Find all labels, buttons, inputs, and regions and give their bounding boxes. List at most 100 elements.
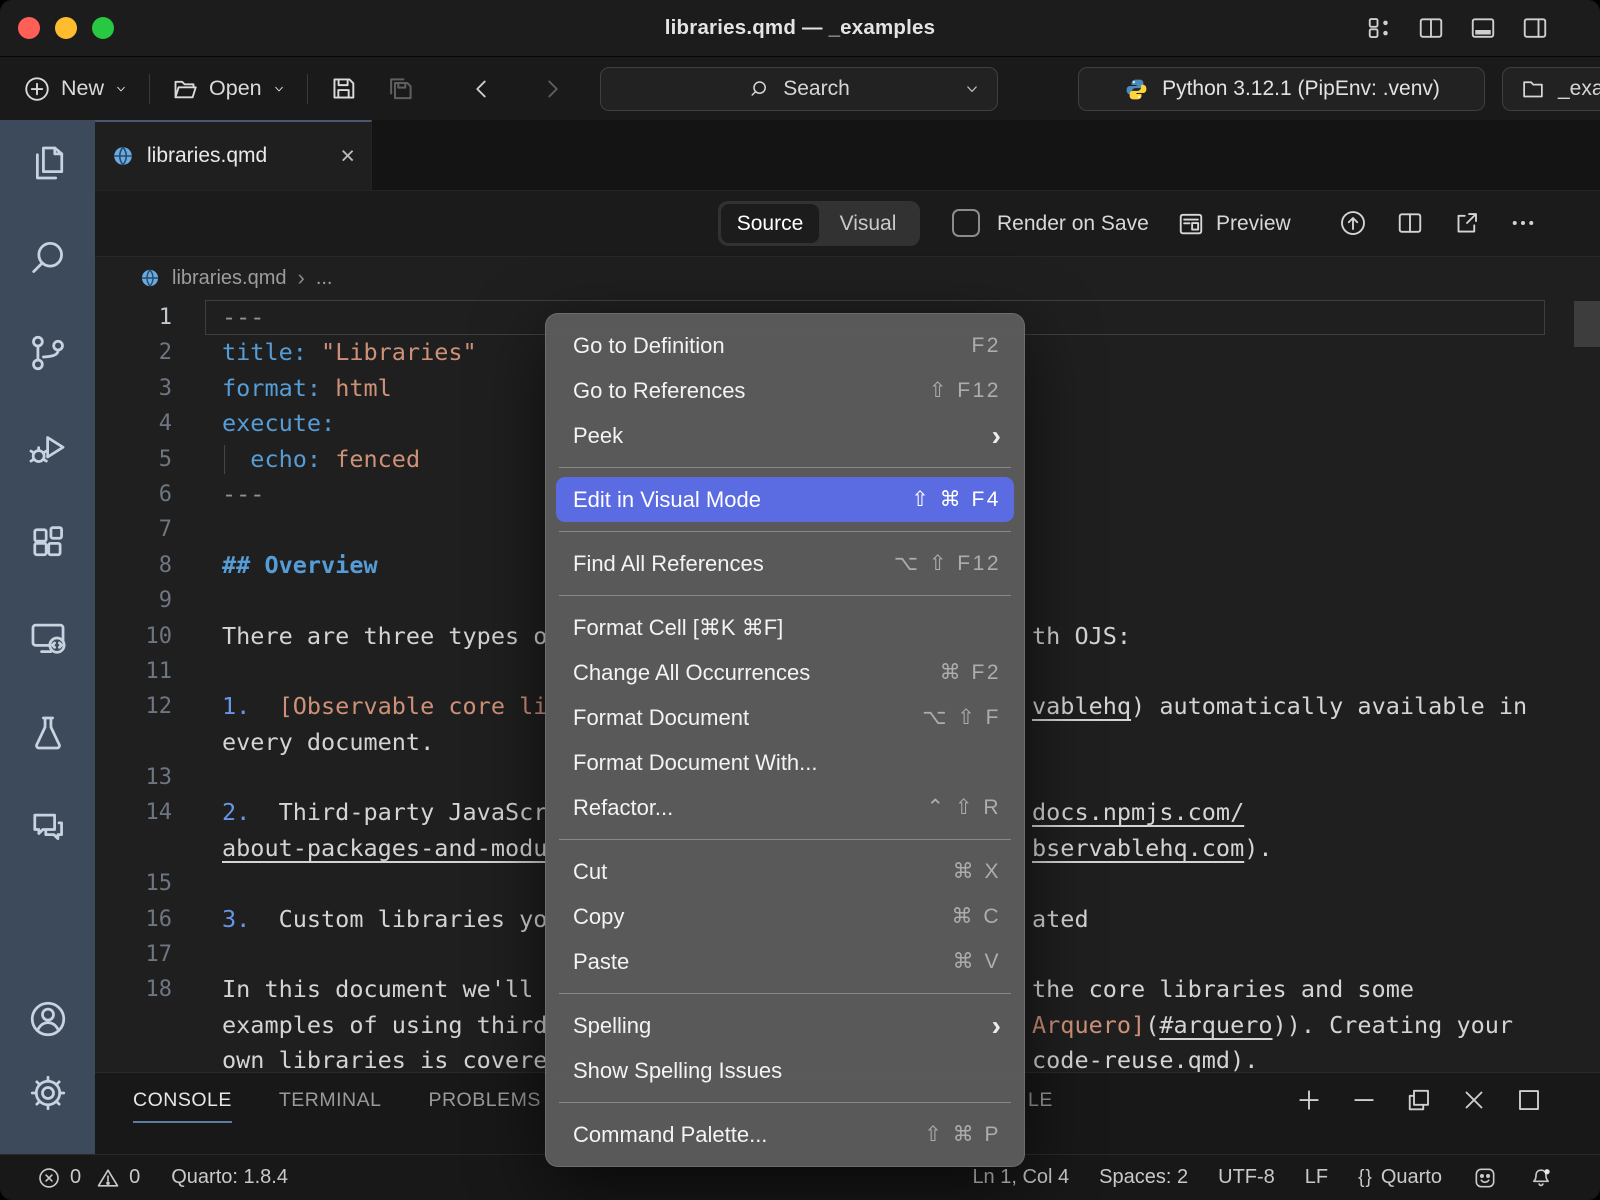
problems-indicator[interactable]: 0 0 <box>36 1165 140 1191</box>
line-number[interactable]: 18 <box>95 972 172 1007</box>
menu-item-spelling[interactable]: Spelling› <box>545 1003 1025 1048</box>
menu-item-shortcut: ⌘ C <box>952 904 1002 929</box>
line-number[interactable]: 4 <box>95 406 172 441</box>
activity-settings-gear-icon[interactable] <box>26 1071 70 1115</box>
menu-item-command-palette[interactable]: Command Palette...⇧ ⌘ P <box>545 1112 1025 1157</box>
split-editor-layout-icon[interactable] <box>1416 13 1446 43</box>
menu-item-show-spelling-issues[interactable]: Show Spelling Issues <box>545 1048 1025 1093</box>
submenu-chevron-icon: › <box>992 422 1001 450</box>
line-number[interactable]: 12 <box>95 689 172 724</box>
line-number[interactable]: 10 <box>95 619 172 654</box>
minimize-window-button[interactable] <box>55 17 77 39</box>
activity-testing-icon[interactable] <box>26 711 70 755</box>
zoom-window-button[interactable] <box>92 17 114 39</box>
panel-tab-console[interactable]: CONSOLE <box>133 1089 232 1123</box>
code-token: bservablehq.com <box>1032 834 1244 862</box>
line-number[interactable] <box>95 1043 172 1072</box>
menu-item-find-all-references[interactable]: Find All References⌥ ⇧ F12 <box>545 541 1025 586</box>
menu-item-peek[interactable]: Peek› <box>545 413 1025 458</box>
line-number[interactable]: 13 <box>95 760 172 795</box>
breadcrumb-item-file[interactable]: libraries.qmd <box>172 267 286 290</box>
close-tab-icon[interactable]: × <box>340 144 355 169</box>
menu-item-change-all-occurrences[interactable]: Change All Occurrences⌘ F2 <box>545 650 1025 695</box>
global-search-box[interactable]: Search <box>600 67 998 111</box>
visual-mode-button[interactable]: Visual <box>819 204 917 243</box>
forward-icon[interactable] <box>537 74 567 104</box>
close-window-button[interactable] <box>18 17 40 39</box>
panel-minus-icon[interactable] <box>1349 1085 1379 1115</box>
toolbar-divider <box>149 74 150 104</box>
interpreter-selector[interactable]: Python 3.12.1 (PipEnv: .venv) <box>1078 67 1485 111</box>
tab-label: libraries.qmd <box>147 144 267 168</box>
menu-item-format-document[interactable]: Format Document⌥ ⇧ F <box>545 695 1025 740</box>
menu-item-format-cell-k-f[interactable]: Format Cell [⌘K ⌘F] <box>545 605 1025 650</box>
open-button[interactable]: Open <box>170 74 287 104</box>
publish-icon[interactable] <box>1338 208 1368 238</box>
line-number[interactable]: 6 <box>95 477 172 512</box>
new-button[interactable]: New <box>22 74 129 104</box>
customize-layout-icon[interactable] <box>1364 13 1394 43</box>
more-actions-icon[interactable] <box>1508 208 1538 238</box>
save-all-icon[interactable] <box>385 73 417 105</box>
menu-item-go-to-references[interactable]: Go to References⇧ F12 <box>545 368 1025 413</box>
menu-item-go-to-definition[interactable]: Go to DefinitionF2 <box>545 323 1025 368</box>
line-number[interactable] <box>95 725 172 760</box>
line-number[interactable]: 9 <box>95 583 172 618</box>
panel-close-icon[interactable] <box>1459 1085 1489 1115</box>
quarto-version[interactable]: Quarto: 1.8.4 <box>171 1166 288 1189</box>
notifications-bell-icon[interactable] <box>1528 1165 1554 1191</box>
menu-item-format-document-with[interactable]: Format Document With... <box>545 740 1025 785</box>
panel-tab-problems[interactable]: PROBLEMS <box>428 1089 540 1123</box>
line-number[interactable]: 1 <box>95 300 172 335</box>
encoding-setting[interactable]: UTF-8 <box>1218 1166 1275 1189</box>
menu-item-edit-in-visual-mode[interactable]: Edit in Visual Mode⇧ ⌘ F4 <box>556 477 1014 522</box>
source-mode-button[interactable]: Source <box>721 204 819 243</box>
line-number[interactable]: 16 <box>95 902 172 937</box>
back-icon[interactable] <box>467 74 497 104</box>
breadcrumb-item-symbol[interactable]: ... <box>316 267 333 290</box>
line-number[interactable]: 8 <box>95 548 172 583</box>
tab-libraries-qmd[interactable]: libraries.qmd × <box>95 120 372 190</box>
menu-item-copy[interactable]: Copy⌘ C <box>545 894 1025 939</box>
save-icon[interactable] <box>328 73 359 104</box>
open-in-new-window-icon[interactable] <box>1452 208 1482 238</box>
split-editor-icon[interactable] <box>1395 208 1425 238</box>
line-number[interactable]: 2 <box>95 335 172 370</box>
menu-item-refactor[interactable]: Refactor...⌃ ⇧ R <box>545 785 1025 830</box>
tab-debug-console-fragment[interactable]: LE <box>1028 1089 1053 1112</box>
activity-explorer-icon[interactable] <box>26 141 70 185</box>
render-on-save-checkbox[interactable] <box>952 209 980 237</box>
line-number[interactable]: 11 <box>95 654 172 689</box>
line-number[interactable]: 17 <box>95 937 172 972</box>
eol-setting[interactable]: LF <box>1305 1166 1328 1189</box>
panel-plus-icon[interactable] <box>1294 1085 1324 1115</box>
menu-item-paste[interactable]: Paste⌘ V <box>545 939 1025 984</box>
panel-tab-terminal[interactable]: TERMINAL <box>279 1089 382 1123</box>
project-selector[interactable]: _examples <box>1502 67 1600 111</box>
activity-run-debug-icon[interactable] <box>26 426 70 470</box>
panel-restore-icon[interactable] <box>1404 1085 1434 1115</box>
activity-source-control-icon[interactable] <box>26 331 70 375</box>
activity-search-icon[interactable] <box>26 236 70 280</box>
editor-scrollbar[interactable] <box>1574 301 1600 347</box>
line-number[interactable]: 3 <box>95 371 172 406</box>
cursor-position[interactable]: Ln 1, Col 4 <box>972 1166 1069 1189</box>
activity-remote-explorer-icon[interactable] <box>26 616 70 660</box>
menu-item-cut[interactable]: Cut⌘ X <box>545 849 1025 894</box>
line-number[interactable]: 7 <box>95 512 172 547</box>
line-number[interactable]: 14 <box>95 795 172 830</box>
line-number[interactable]: 15 <box>95 866 172 901</box>
language-mode[interactable]: {} Quarto <box>1358 1166 1442 1189</box>
activity-extensions-icon[interactable] <box>26 521 70 565</box>
line-number[interactable]: 5 <box>95 442 172 477</box>
preview-button[interactable]: Preview <box>1176 191 1291 256</box>
line-number[interactable] <box>95 831 172 866</box>
activity-account-icon[interactable] <box>26 997 70 1041</box>
line-number[interactable] <box>95 1008 172 1043</box>
panel-panel-square-icon[interactable] <box>1514 1085 1544 1115</box>
activity-comments-icon[interactable] <box>26 806 70 850</box>
toggle-panel-icon[interactable] <box>1468 13 1498 43</box>
toggle-secondary-sidebar-icon[interactable] <box>1520 13 1550 43</box>
feedback-smiley-icon[interactable] <box>1472 1165 1498 1191</box>
indentation-setting[interactable]: Spaces: 2 <box>1099 1166 1188 1189</box>
